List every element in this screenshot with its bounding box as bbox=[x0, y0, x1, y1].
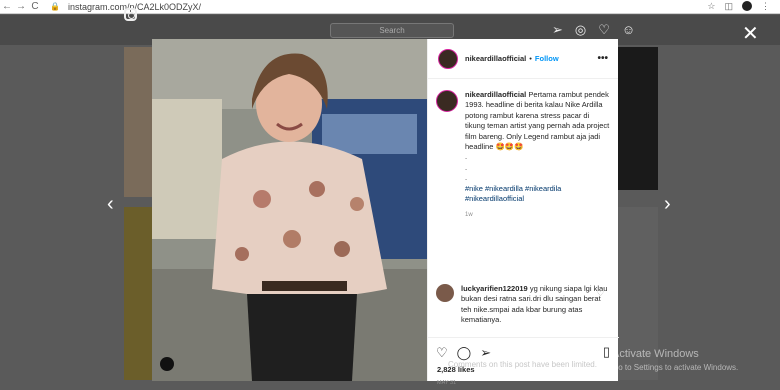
comment-icon[interactable]: ◯ bbox=[457, 345, 472, 361]
more-options-icon[interactable]: ••• bbox=[597, 53, 608, 64]
post-modal: nikeardillaofficial • Follow ••• nikeard… bbox=[152, 39, 619, 386]
caption-dot: . bbox=[465, 152, 468, 162]
background-thumbnail bbox=[124, 47, 152, 197]
hashtags[interactable]: #nike #nikeardilla #nikeardila #nikeardi… bbox=[465, 184, 611, 205]
forward-button[interactable]: → bbox=[14, 1, 28, 12]
background-thumbnail bbox=[618, 47, 658, 190]
share-icon[interactable]: ➢ bbox=[480, 345, 491, 361]
compass-icon[interactable]: ◎ bbox=[575, 22, 586, 38]
background-thumbnail bbox=[124, 207, 152, 380]
browser-toolbar: ← → C 🔒 instagram.com/p/CA2Lk0ODZyX/ ☆ ◫… bbox=[0, 0, 780, 14]
follow-button[interactable]: Follow bbox=[535, 54, 559, 63]
caption-dot: . bbox=[465, 162, 468, 172]
caption: nikeardillaofficial Pertama rambut pende… bbox=[436, 90, 611, 221]
post-sidebar: nikeardillaofficial • Follow ••• nikeard… bbox=[427, 39, 619, 386]
menu-icon[interactable]: ⋮ bbox=[761, 1, 770, 12]
avatar[interactable] bbox=[436, 284, 454, 302]
reload-button[interactable]: C bbox=[28, 1, 42, 12]
bookmark-icon[interactable]: ▯ bbox=[603, 344, 610, 360]
post-date: MAY 31 bbox=[437, 380, 457, 386]
next-post-button[interactable]: › bbox=[664, 193, 671, 216]
comment: luckyarifien122019 yg nikung siapa lgi k… bbox=[436, 284, 611, 326]
username-link[interactable]: nikeardillaofficial bbox=[465, 54, 526, 63]
star-icon[interactable]: ☆ bbox=[707, 1, 715, 12]
comments-disabled-notice: Comments on this post have been limited. bbox=[448, 360, 597, 369]
instagram-logo-icon[interactable] bbox=[124, 8, 137, 21]
comment-username[interactable]: luckyarifien122019 bbox=[461, 284, 528, 293]
person-icon[interactable]: ☺ bbox=[622, 22, 635, 38]
heart-icon[interactable]: ♡ bbox=[598, 22, 610, 38]
photo-illustration bbox=[152, 39, 427, 381]
profile-icon[interactable] bbox=[742, 1, 752, 11]
lock-icon: 🔒 bbox=[50, 2, 60, 11]
like-icon[interactable]: ♡ bbox=[436, 345, 448, 361]
extensions-icon[interactable]: ◫ bbox=[724, 1, 733, 12]
watermark-title: Activate Windows bbox=[612, 348, 699, 360]
avatar[interactable] bbox=[436, 90, 458, 112]
caption-text: Pertama rambut pendek 1993. headline di … bbox=[465, 90, 610, 152]
caption-username[interactable]: nikeardillaofficial bbox=[465, 90, 526, 99]
like-comment-icon[interactable]: ♡ bbox=[597, 289, 604, 298]
back-button[interactable]: ← bbox=[0, 1, 14, 12]
caption-dot: . bbox=[465, 173, 468, 183]
tag-user-icon[interactable] bbox=[160, 357, 174, 371]
watermark-subtitle: Go to Settings to activate Windows. bbox=[612, 363, 739, 372]
windows-watermark: Activate Windows Go to Settings to activ… bbox=[612, 348, 738, 374]
search-input[interactable]: Search bbox=[330, 23, 454, 38]
post-actions: ♡ ◯ ➢ ▯ 2,828 likes bbox=[428, 337, 619, 381]
post-time: 1w bbox=[465, 212, 473, 219]
post-header: nikeardillaofficial • Follow ••• bbox=[428, 39, 618, 79]
previous-post-button[interactable]: ‹ bbox=[107, 193, 114, 216]
separator-dot: • bbox=[529, 54, 532, 63]
avatar[interactable] bbox=[438, 48, 458, 69]
close-button[interactable]: ✕ bbox=[742, 24, 759, 44]
post-photo[interactable] bbox=[152, 39, 427, 381]
paper-plane-icon[interactable]: ➢ bbox=[552, 22, 563, 38]
